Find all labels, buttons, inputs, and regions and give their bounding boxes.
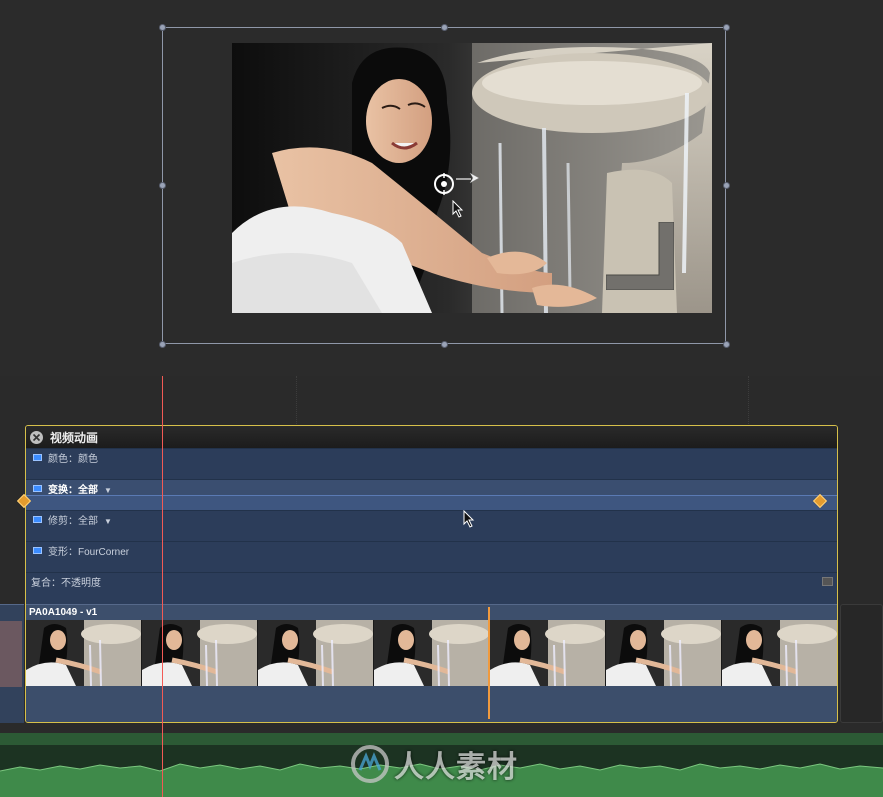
filmstrip-thumbnail <box>26 620 142 686</box>
lane-transform-checkbox[interactable] <box>33 485 42 492</box>
clip-filmstrip[interactable] <box>26 620 837 686</box>
lane-crop-label-wrap: 修剪：全部 ▼ <box>48 512 112 527</box>
filmstrip-thumbnail <box>606 620 722 686</box>
transform-handle-left[interactable] <box>159 182 166 189</box>
transform-handle-top-left[interactable] <box>159 24 166 31</box>
viewer <box>0 0 883 376</box>
previous-clip-thumbnail <box>0 621 22 687</box>
playhead[interactable] <box>162 376 163 797</box>
transform-handle-top[interactable] <box>441 24 448 31</box>
lane-crop-label: 修剪：全部 <box>48 516 98 527</box>
corner-distort-indicator <box>606 222 674 290</box>
transform-handle-bottom-left[interactable] <box>159 341 166 348</box>
close-icon[interactable] <box>30 430 43 444</box>
lane-transform[interactable]: 变换：全部 ▼ <box>26 479 837 510</box>
transform-handle-top-right[interactable] <box>723 24 730 31</box>
lane-color-label: 颜色：颜色 <box>48 454 98 465</box>
clip-name: PA0A1049 - v1 <box>29 607 98 618</box>
lane-crop-checkbox[interactable] <box>33 516 42 523</box>
watermark: 人人素材 <box>350 742 518 786</box>
next-clip[interactable] <box>840 604 883 723</box>
lane-composite-label: 复合：不透明度 <box>31 578 101 589</box>
filmstrip-thumbnail <box>722 620 837 686</box>
filmstrip-thumbnail <box>142 620 258 686</box>
dropdown-caret-icon[interactable]: ▼ <box>104 517 112 526</box>
watermark-logo <box>351 745 389 783</box>
rotation-handle-icon[interactable] <box>456 171 480 187</box>
filmstrip-thumbnail <box>374 620 490 686</box>
skimmer <box>488 607 490 719</box>
lane-composite[interactable]: 复合：不透明度 <box>26 572 837 604</box>
transform-center-icon[interactable] <box>433 173 455 195</box>
filmstrip-thumbnail <box>490 620 606 686</box>
transform-handle-right[interactable] <box>723 182 730 189</box>
lane-color-checkbox[interactable] <box>33 454 42 461</box>
timeline-gridline <box>748 376 749 424</box>
lane-crop[interactable]: 修剪：全部 ▼ <box>26 510 837 541</box>
pointer-cursor-icon <box>463 510 475 528</box>
lane-color[interactable]: 颜色：颜色 <box>26 448 837 479</box>
filmstrip-thumbnail <box>258 620 374 686</box>
lane-transform-label-wrap: 变换：全部 ▼ <box>48 481 112 496</box>
selected-clip[interactable]: 视频动画 颜色：颜色 变换：全部 ▼ 修剪：全部 ▼ 变形：FourCorner 复… <box>25 425 838 723</box>
expand-lane-icon[interactable] <box>822 577 833 586</box>
transform-handle-bottom-right[interactable] <box>723 341 730 348</box>
watermark-text: 人人素材 <box>394 750 518 785</box>
clip-audio-area[interactable] <box>26 686 837 722</box>
video-animation-header: 视频动画 <box>26 426 837 448</box>
transform-handle-bottom[interactable] <box>441 341 448 348</box>
lane-distort[interactable]: 变形：FourCorner <box>26 541 837 572</box>
clip-title-bar[interactable]: PA0A1049 - v1 <box>26 604 837 620</box>
dropdown-caret-icon[interactable]: ▼ <box>104 486 112 495</box>
previous-clip[interactable] <box>0 604 24 723</box>
pointer-cursor-icon <box>452 200 464 218</box>
lane-distort-label: 变形：FourCorner <box>48 547 130 558</box>
lane-distort-checkbox[interactable] <box>33 547 42 554</box>
video-animation-title: 视频动画 <box>50 430 99 445</box>
transform-keyframe-band[interactable] <box>26 495 837 510</box>
timeline-gridline <box>296 376 297 424</box>
